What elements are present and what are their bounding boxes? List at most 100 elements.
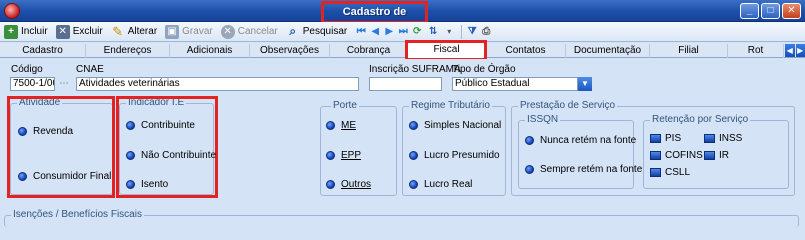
excluir-button[interactable]: ✕ Excluir	[55, 23, 103, 41]
toolbar: + Incluir ✕ Excluir ✎ Alterar ▣ Gravar ✕…	[0, 22, 805, 42]
isencoes-legend: Isenções / Benefícios Fiscais	[11, 209, 144, 220]
minimize-button[interactable]: _	[740, 3, 759, 19]
chevron-down-icon[interactable]: ▼	[578, 77, 592, 91]
last-record-icon[interactable]: ⏭	[397, 26, 409, 38]
radio-icon	[126, 121, 135, 130]
lookup-icon[interactable]: ⋯	[57, 77, 71, 91]
sort-icon[interactable]: ⇅	[425, 26, 441, 38]
retencao-servico-legend: Retenção por Serviço	[650, 114, 751, 125]
isento-radio[interactable]: Isento	[126, 179, 168, 190]
nunca-retem-radio[interactable]: Nunca retém na fonte	[525, 135, 636, 146]
codigo-field[interactable]: 7500-1/00	[10, 77, 55, 91]
lucro-real-radio[interactable]: Lucro Real	[409, 179, 472, 190]
tab-scroll-buttons: ◀ ▶	[785, 44, 805, 57]
sempre-retem-radio[interactable]: Sempre retém na fonte	[525, 164, 642, 175]
previous-record-icon[interactable]: ◀	[369, 26, 381, 38]
toolbar-separator	[461, 24, 463, 39]
regime-tributario-legend: Regime Tributário	[409, 100, 492, 111]
radio-icon	[18, 172, 27, 181]
tab-filial[interactable]: Filial	[650, 44, 728, 58]
issqn-group: ISSQN	[518, 114, 634, 189]
tab-contatos[interactable]: Contatos	[486, 44, 566, 58]
refresh-icon[interactable]: ⟳	[411, 26, 423, 38]
delete-record-icon: ✕	[55, 24, 70, 39]
cnae-field[interactable]: Atividades veterinárias	[76, 77, 359, 91]
cancelar-button[interactable]: ✕ Cancelar	[220, 23, 278, 41]
print-icon[interactable]: ⎙	[480, 26, 492, 38]
orgao-label: Tipo de Órgão	[452, 64, 516, 75]
consumidor-final-radio[interactable]: Consumidor Final	[18, 171, 111, 182]
tab-adicionais[interactable]: Adicionais	[170, 44, 250, 58]
csll-checkbox[interactable]: CSLL	[650, 167, 690, 178]
checkbox-icon	[650, 151, 661, 160]
tab-observacoes[interactable]: Observações	[250, 44, 330, 58]
tab-enderecos[interactable]: Endereços	[86, 44, 170, 58]
ir-checkbox[interactable]: IR	[704, 150, 729, 161]
suframa-label: Inscrição SUFRAMA	[369, 64, 461, 75]
checkbox-icon	[704, 151, 715, 160]
issqn-legend: ISSQN	[525, 114, 561, 125]
dropdown-arrow-icon[interactable]: ▾	[443, 26, 455, 38]
nao-contribuinte-radio[interactable]: Não Contribuinte	[126, 150, 216, 161]
cnae-label: CNAE	[76, 64, 104, 75]
fiscal-form: Código 7500-1/00 ⋯ CNAE Atividades veter…	[0, 59, 805, 227]
next-record-icon[interactable]: ▶	[383, 26, 395, 38]
cofins-checkbox[interactable]: COFINS	[650, 150, 703, 161]
tab-scroll-left-icon[interactable]: ◀	[785, 44, 795, 57]
cancel-icon: ✕	[220, 24, 235, 39]
alterar-button[interactable]: ✎ Alterar	[111, 23, 157, 41]
gravar-button[interactable]: ▣ Gravar	[165, 23, 213, 41]
simples-nacional-radio[interactable]: Simples Nacional	[409, 120, 501, 131]
fiscal-tab-highlight	[405, 40, 487, 61]
tab-cobranca[interactable]: Cobrança	[330, 44, 408, 58]
search-icon: ⌕	[289, 24, 297, 38]
checkbox-icon	[650, 134, 661, 143]
close-button[interactable]: ✕	[782, 3, 801, 19]
incluir-button[interactable]: + Incluir	[4, 23, 48, 41]
pis-checkbox[interactable]: PIS	[650, 133, 681, 144]
radio-icon	[409, 121, 418, 130]
window-controls: _ □ ✕	[740, 3, 801, 19]
checkbox-icon	[650, 168, 661, 177]
radio-icon	[18, 127, 27, 136]
radio-icon	[126, 180, 135, 189]
orgao-select[interactable]: Público Estadual	[452, 77, 578, 91]
window-title: Cadastro de Clientes	[321, 1, 428, 35]
inss-checkbox[interactable]: INSS	[704, 133, 742, 144]
prestacao-servico-legend: Prestação de Serviço	[518, 100, 618, 111]
radio-icon	[409, 180, 418, 189]
maximize-button[interactable]: □	[761, 3, 780, 19]
checkbox-icon	[704, 134, 715, 143]
save-icon: ▣	[165, 24, 180, 39]
title-bar: Cadastro de Clientes _ □ ✕	[0, 0, 805, 35]
codigo-label: Código	[11, 64, 43, 75]
porte-legend: Porte	[331, 100, 359, 111]
radio-icon	[326, 151, 335, 160]
filter-icon[interactable]: ⧩	[466, 26, 478, 38]
radio-icon	[326, 180, 335, 189]
first-record-icon[interactable]: ⏮	[355, 26, 367, 38]
app-icon[interactable]	[4, 3, 20, 19]
tab-strip: Cadastro Endereços Adicionais Observaçõe…	[0, 43, 805, 59]
lucro-presumido-radio[interactable]: Lucro Presumido	[409, 150, 500, 161]
tab-rot[interactable]: Rot	[728, 44, 784, 58]
isencoes-group: Isenções / Benefícios Fiscais	[4, 209, 799, 227]
radio-icon	[525, 136, 534, 145]
radio-icon	[126, 151, 135, 160]
tab-cadastro[interactable]: Cadastro	[0, 44, 86, 58]
radio-icon	[409, 151, 418, 160]
atividade-highlight	[7, 96, 115, 198]
outros-radio[interactable]: Outros	[326, 179, 371, 190]
tab-scroll-right-icon[interactable]: ▶	[795, 44, 805, 57]
radio-icon	[525, 165, 534, 174]
pesquisar-button[interactable]: ⌕ Pesquisar	[286, 23, 347, 41]
epp-radio[interactable]: EPP	[326, 150, 361, 161]
contribuinte-radio[interactable]: Contribuinte	[126, 120, 195, 131]
revenda-radio[interactable]: Revenda	[18, 126, 73, 137]
radio-icon	[326, 121, 335, 130]
edit-pencil-icon: ✎	[112, 23, 124, 39]
add-record-icon: +	[4, 24, 18, 39]
suframa-field[interactable]	[369, 77, 442, 91]
me-radio[interactable]: ME	[326, 120, 356, 131]
tab-documentacao[interactable]: Documentação	[566, 44, 650, 58]
